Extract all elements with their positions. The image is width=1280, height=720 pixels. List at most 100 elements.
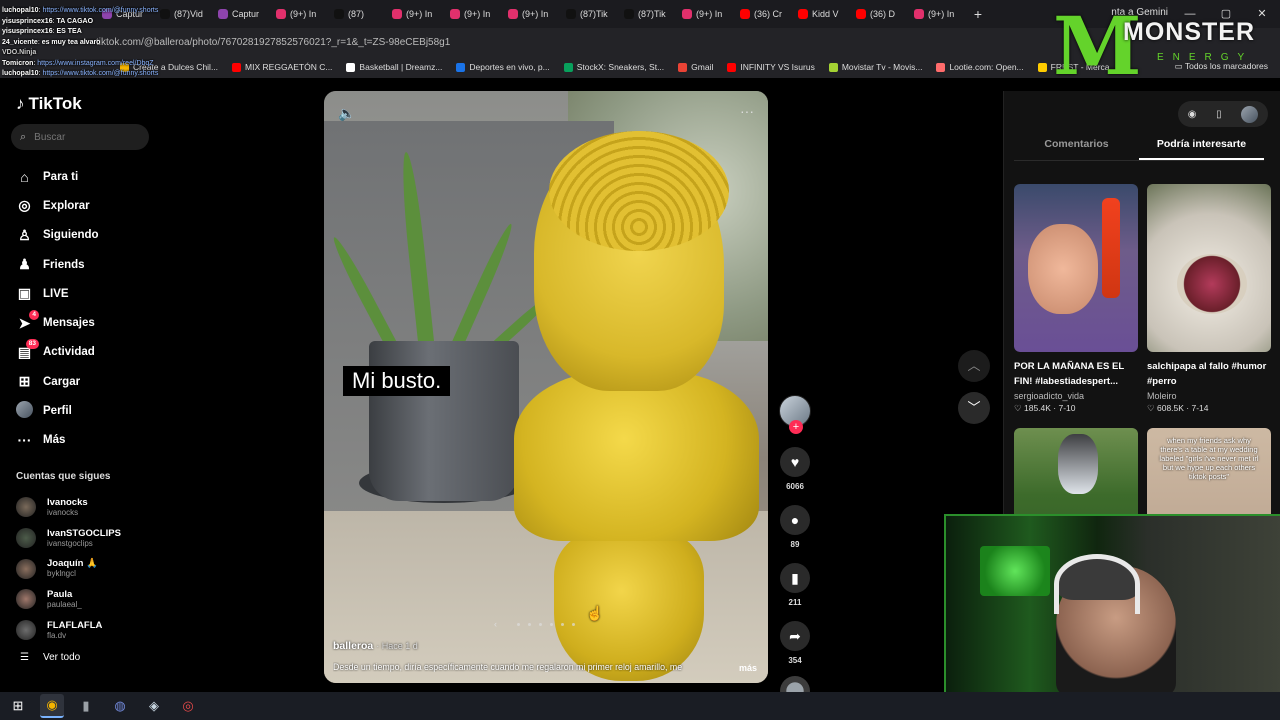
video-thumbnail[interactable] <box>1014 184 1138 352</box>
share-action[interactable]: ➦ 354 <box>778 621 812 665</box>
avatar[interactable] <box>16 620 36 641</box>
video-author[interactable]: balleroa · Hace 1 d <box>333 640 418 652</box>
bookmark-item[interactable]: Lootie.com: Open... <box>936 62 1024 72</box>
sidebar-item-perfil[interactable]: Perfil <box>16 396 99 425</box>
chevron-left-icon[interactable]: ‹ <box>494 619 497 629</box>
app-icon[interactable]: ▮ <box>74 694 98 718</box>
carousel-dot[interactable] <box>539 622 542 626</box>
windows-start-icon[interactable]: ⊞ <box>6 694 30 718</box>
browser-tab[interactable]: (9+) In <box>502 0 560 28</box>
following-item[interactable]: IvanSTGOCLIPS ivanstgoclips <box>16 523 121 554</box>
tiktok-logo[interactable]: ♪ TikTok <box>16 94 82 114</box>
avatar[interactable] <box>16 497 36 518</box>
share-icon[interactable]: ➦ <box>780 621 810 651</box>
chrome-icon[interactable]: ◉ <box>40 694 64 718</box>
search-input[interactable] <box>34 131 135 143</box>
chevron-down-icon[interactable]: ﹀ <box>958 392 990 424</box>
live-icon: ▣ <box>17 285 32 302</box>
video-player[interactable]: 🔈 ··· Mi busto. ‹ ☝ balleroa · Hace 1 d … <box>324 91 768 683</box>
browser-tab[interactable]: (9+) In <box>270 0 328 28</box>
sidebar-item-explorar[interactable]: ◎ Explorar <box>16 191 99 220</box>
carousel-dot[interactable] <box>561 622 564 626</box>
browser-tab[interactable]: (36) Cr <box>734 0 792 28</box>
tab-label: (87)Vid <box>174 9 203 19</box>
chat-user: luchopal10 <box>2 70 39 77</box>
carousel-dot[interactable] <box>517 622 520 626</box>
more-button[interactable]: más <box>739 663 757 673</box>
obs-icon[interactable]: ◎ <box>176 694 200 718</box>
card-title[interactable]: POR LA MAÑANA ES EL FIN! #labestiadesper… <box>1014 359 1138 389</box>
save-action[interactable]: ▮ 211 <box>778 563 812 607</box>
browser-tab[interactable]: (87) <box>328 0 386 28</box>
browser-tab[interactable]: Captur <box>212 0 270 28</box>
browser-tab[interactable]: (9+) In <box>444 0 502 28</box>
tab-favicon-icon <box>566 9 576 19</box>
phone-icon[interactable]: ▯ <box>1216 109 1222 120</box>
chevron-up-icon[interactable]: ︿ <box>958 350 990 382</box>
avatar[interactable] <box>16 558 36 579</box>
bookmark-item[interactable]: Gmail <box>678 62 713 72</box>
follow-plus-icon[interactable]: + <box>789 420 803 434</box>
steam-icon[interactable]: ◈ <box>142 694 166 718</box>
bookmark-item[interactable]: StockX: Sneakers, St... <box>563 62 664 72</box>
sidebar-item-label: Siguiendo <box>43 229 99 242</box>
avatar[interactable] <box>16 589 36 610</box>
sidebar-item-friends[interactable]: ♟ Friends <box>16 250 99 279</box>
avatar[interactable] <box>1241 105 1259 123</box>
bookmark-item[interactable]: INFINITY VS Isurus <box>727 62 815 72</box>
bookmark-item[interactable]: Movistar Tv - Movis... <box>828 62 922 72</box>
sidebar-item-live[interactable]: ▣ LIVE <box>16 279 99 308</box>
tab-label: (9+) In <box>406 9 433 19</box>
following-item[interactable]: FLAFLAFLA fla.dv <box>16 615 121 646</box>
compass-icon[interactable]: ◉ <box>1188 109 1197 120</box>
heart-icon[interactable]: ♥ <box>780 447 810 477</box>
see-all-button[interactable]: ☰ Ver todo <box>20 652 80 663</box>
carousel-dot[interactable] <box>550 622 553 626</box>
sidebar-item-para-ti[interactable]: ⌂ Para ti <box>16 162 99 191</box>
bookmark-icon[interactable]: ▮ <box>780 563 810 593</box>
comment-action[interactable]: ● 89 <box>778 505 812 549</box>
chat-user: luchopal10 <box>2 7 39 14</box>
browser-tab[interactable]: (87)Tik <box>618 0 676 28</box>
photo-carousel-indicator[interactable]: ‹ <box>494 619 575 629</box>
card-author[interactable]: Moleiro <box>1147 391 1271 401</box>
card-title[interactable]: salchipapa al fallo #humor #perro <box>1147 359 1271 389</box>
author-avatar[interactable]: + <box>779 395 811 434</box>
suggested-video-card[interactable]: POR LA MAÑANA ES EL FIN! #labestiadesper… <box>1014 184 1138 414</box>
card-author[interactable]: sergioadicto_vida <box>1014 391 1138 401</box>
new-tab-plus-icon[interactable]: + <box>966 6 990 22</box>
suggested-video-card[interactable]: salchipapa al fallo #humor #perro Moleiro… <box>1147 184 1271 414</box>
following-item[interactable]: Ivanocks ivanocks <box>16 492 121 523</box>
video-thumbnail[interactable] <box>1147 184 1271 352</box>
browser-tab[interactable]: Kidd V <box>792 0 850 28</box>
sidebar-item-siguiendo[interactable]: ♙ Siguiendo <box>16 221 99 250</box>
bookmark-item[interactable]: Basketball | Dreamz... <box>346 62 442 72</box>
chat-text: https://www.tiktok.com/@funny.shorts <box>42 70 159 77</box>
more-options-icon[interactable]: ··· <box>740 103 754 119</box>
bookmark-item[interactable]: MIX REGGAETÓN C... <box>232 62 332 72</box>
following-item[interactable]: Joaquín 🙏 byklngcl <box>16 553 121 584</box>
browser-tab[interactable]: (9+) In <box>908 0 966 28</box>
browser-tab[interactable]: (9+) In <box>676 0 734 28</box>
like-action[interactable]: ♥ 6066 <box>778 447 812 491</box>
carousel-dot[interactable] <box>528 622 531 626</box>
sidebar-item-mensajes[interactable]: ➤ 4 Mensajes <box>16 308 99 337</box>
following-item[interactable]: Paula paulaeal_ <box>16 584 121 615</box>
avatar[interactable] <box>16 528 36 549</box>
browser-tab[interactable]: (87)Tik <box>560 0 618 28</box>
browser-tab[interactable]: (36) D <box>850 0 908 28</box>
sidebar-item-m-s[interactable]: ··· Más <box>16 426 99 455</box>
chat-text: ES TEA <box>56 28 82 35</box>
carousel-dot[interactable] <box>572 622 575 626</box>
tab-podr-a-interesarte[interactable]: Podría interesarte <box>1139 133 1264 160</box>
author-name[interactable]: balleroa <box>333 640 373 652</box>
search-box[interactable]: ⌕ <box>11 124 149 150</box>
comment-icon[interactable]: ● <box>780 505 810 535</box>
bookmark-item[interactable]: Deportes en vivo, p... <box>456 62 550 72</box>
tab-comentarios[interactable]: Comentarios <box>1014 133 1139 160</box>
sidebar-item-actividad[interactable]: ▤ 83 Actividad <box>16 338 99 367</box>
discord-icon[interactable]: ◍ <box>108 694 132 718</box>
sidebar-item-cargar[interactable]: ⊞ Cargar <box>16 367 99 396</box>
browser-tab[interactable]: (9+) In <box>386 0 444 28</box>
volume-icon[interactable]: 🔈 <box>338 105 355 122</box>
